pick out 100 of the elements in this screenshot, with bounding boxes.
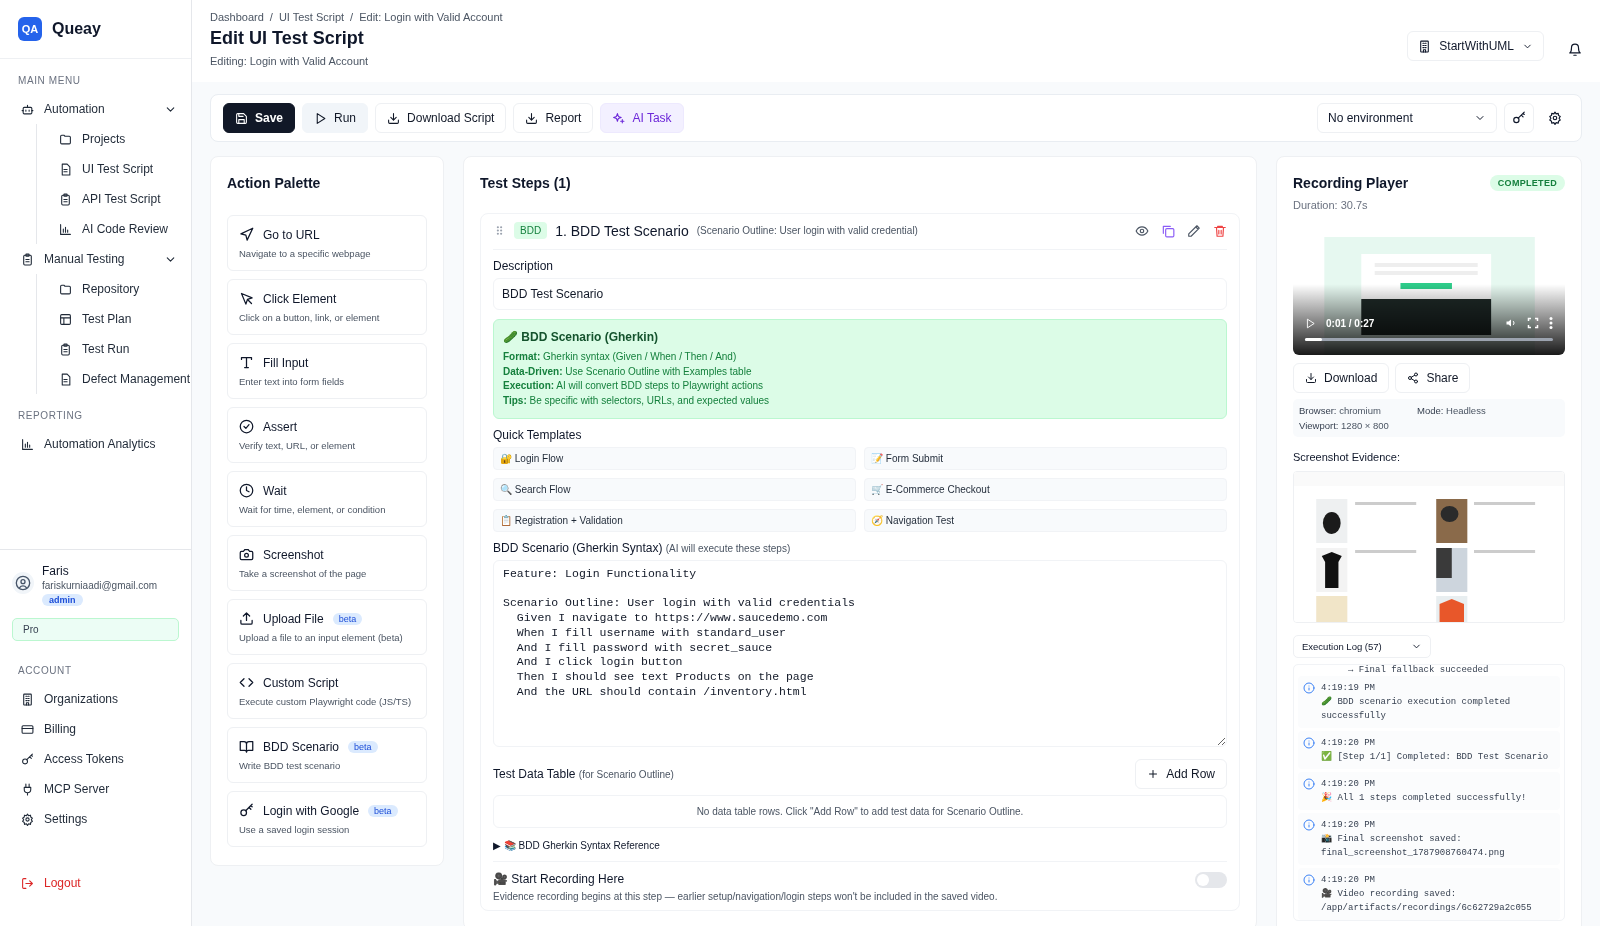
action-card[interactable]: Login with Google beta Use a saved login session: [227, 791, 427, 847]
add-row-button[interactable]: Add Row: [1135, 759, 1227, 789]
bar-chart-icon: [21, 437, 34, 451]
text-icon: [239, 355, 254, 370]
key-icon: [21, 752, 34, 766]
nav-item[interactable]: Billing: [0, 714, 191, 744]
nav-item[interactable]: API Test Script: [59, 184, 191, 214]
app-name: Queay: [52, 20, 101, 38]
field-label: Test Data Table: [493, 767, 576, 781]
toolbar-button[interactable]: Run: [302, 103, 369, 133]
book-icon: [239, 739, 254, 754]
template-button[interactable]: 🛒 E-Commerce Checkout: [864, 478, 1227, 501]
scenario-editor[interactable]: Feature: Login Functionality Scenario Outline: User login with valid credentials Given I navigate to https://www.saucedemo.com When I fill username with standard_user And I fill password with secret_sauce And I click login button Then I should see text Products on the page And the URL should contain /inventory.html: [493, 560, 1227, 747]
breadcrumb-link[interactable]: Dashboard: [210, 11, 264, 23]
template-button[interactable]: 🧭 Navigation Test: [864, 509, 1227, 532]
toolbar-button[interactable]: AI Task: [600, 103, 684, 133]
key-icon: [1512, 111, 1526, 125]
user-name: Faris: [42, 564, 70, 578]
action-description: Enter text into form fields: [239, 376, 346, 387]
log-select[interactable]: Execution Log (57): [1293, 635, 1431, 658]
nav-item[interactable]: Projects: [59, 124, 191, 154]
video-time: 0:01 / 0:27: [1326, 317, 1376, 329]
fullscreen-icon: [1527, 317, 1539, 329]
nav-item[interactable]: Automation: [0, 94, 191, 124]
play-icon: [314, 111, 328, 125]
info-icon: [1303, 819, 1315, 831]
info-title: 🥒 BDD Scenario (Gherkin): [503, 330, 660, 344]
nav-item[interactable]: Automation Analytics: [0, 429, 191, 459]
log-message: → Final fallback succeeded: [1347, 665, 1490, 673]
nav-item[interactable]: Test Plan: [59, 304, 191, 334]
toolbar-button[interactable]: Save: [223, 103, 296, 133]
cursor-icon: [239, 291, 254, 306]
share-button[interactable]: Share: [1395, 363, 1471, 393]
syntax-reference-toggle[interactable]: ▶ 📚 BDD Gherkin Syntax Reference: [493, 840, 1227, 851]
action-card[interactable]: Assert Verify text, URL, or element: [227, 407, 427, 463]
template-button[interactable]: 📝 Form Submit: [864, 447, 1227, 470]
log-time: 4:19:20 PM: [1321, 819, 1376, 832]
action-title: BDD Scenario: [263, 739, 340, 754]
action-title: Go to URL: [263, 227, 320, 242]
nav-item[interactable]: AI Code Review: [59, 214, 191, 244]
action-description: Click on a button, link, or element: [239, 312, 381, 323]
template-button[interactable]: 🔍 Search Flow: [493, 478, 856, 501]
plus-icon: [1147, 768, 1160, 780]
document-icon: [59, 162, 72, 176]
nav-item[interactable]: Repository: [59, 274, 191, 304]
action-card[interactable]: Custom Script Execute custom Playwright code (JS/TS): [227, 663, 427, 719]
nav-item[interactable]: Settings: [0, 804, 191, 834]
action-card[interactable]: Screenshot Take a screenshot of the page: [227, 535, 427, 591]
info-icon: [1303, 874, 1315, 886]
info-icon: [1303, 737, 1315, 749]
action-card[interactable]: Go to URL Navigate to a specific webpage: [227, 215, 427, 271]
info-icon: [1303, 682, 1315, 694]
log-time: 4:19:20 PM: [1321, 874, 1376, 887]
building-icon: [21, 692, 34, 706]
nav-item[interactable]: Defect Management: [59, 364, 191, 394]
field-hint: (AI will execute these steps): [665, 543, 791, 554]
toolbar-button[interactable]: Download Script: [375, 103, 507, 133]
breadcrumb-link[interactable]: Edit: Login with Valid Account: [359, 11, 503, 23]
log-message: ✅ [Step 1/1] Completed: BDD Test Scenario: [1321, 750, 1549, 764]
status-badge: COMPLETED: [1489, 175, 1565, 191]
action-card[interactable]: Click Element Click on a button, link, or element: [227, 279, 427, 335]
action-title: Click Element: [263, 291, 337, 306]
nav-item[interactable]: Organizations: [0, 684, 191, 714]
action-card[interactable]: Fill Input Enter text into form fields: [227, 343, 427, 399]
volume-icon: [1505, 317, 1517, 329]
user-icon: [15, 575, 31, 591]
save-icon: [235, 111, 248, 125]
page-title: Edit UI Test Script: [210, 28, 365, 49]
template-button[interactable]: 📋 Registration + Validation: [493, 509, 856, 532]
recording-toggle[interactable]: [1195, 872, 1227, 888]
more-icon: [1549, 317, 1553, 329]
description-field[interactable]: BDD Test Scenario: [493, 278, 1227, 310]
folder-icon: [59, 282, 72, 296]
plug-icon: [21, 782, 34, 796]
nav-item[interactable]: Manual Testing: [0, 244, 191, 274]
field-label: Quick Templates: [493, 428, 583, 442]
nav-item[interactable]: Test Run: [59, 334, 191, 364]
download-button[interactable]: Download: [1293, 363, 1390, 393]
share-icon: [1407, 372, 1420, 384]
logout-link[interactable]: Logout: [0, 868, 191, 898]
template-button[interactable]: 🔐 Login Flow: [493, 447, 856, 470]
trash-icon: [1213, 223, 1227, 238]
workspace-selector[interactable]: StartWithUML: [1407, 31, 1544, 61]
action-title: Upload File: [263, 611, 324, 626]
environment-select[interactable]: No environment: [1317, 103, 1497, 133]
action-card[interactable]: Wait Wait for time, element, or condition: [227, 471, 427, 527]
toolbar-button[interactable]: Report: [513, 103, 594, 133]
beta-badge: beta: [348, 740, 378, 753]
action-description: Navigate to a specific webpage: [239, 248, 372, 259]
breadcrumb-link[interactable]: UI Test Script: [278, 11, 345, 23]
info-line: Tips: Be specific with selectors, URLs, and expected values: [503, 393, 771, 408]
nav-item[interactable]: MCP Server: [0, 774, 191, 804]
nav-item[interactable]: UI Test Script: [59, 154, 191, 184]
video-progress[interactable]: [1305, 338, 1553, 341]
action-description: Execute custom Playwright code (JS/TS): [239, 696, 413, 707]
nav-item[interactable]: Access Tokens: [0, 744, 191, 774]
action-card[interactable]: BDD Scenario beta Write BDD test scenario: [227, 727, 427, 783]
action-card[interactable]: Upload File beta Upload a file to an input element (beta): [227, 599, 427, 655]
action-title: Assert: [263, 419, 297, 434]
info-line: Data-Driven: Use Scenario Outline with Examples table: [503, 364, 753, 379]
